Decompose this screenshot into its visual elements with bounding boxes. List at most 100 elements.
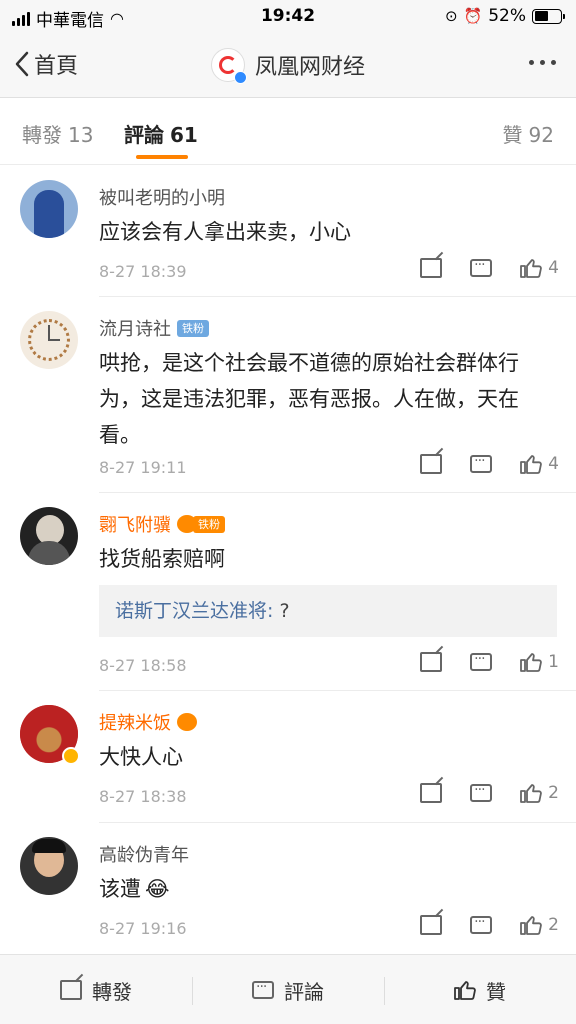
share-icon[interactable] — [420, 915, 443, 935]
nav-title[interactable]: 凤凰网财经 — [0, 48, 576, 84]
verified-badge-icon — [233, 71, 247, 84]
thumbs-up-icon — [520, 454, 542, 474]
like-button[interactable]: 2 — [520, 783, 559, 803]
comment-time: 8-27 18:38 — [99, 787, 187, 806]
tab-like-label: 贊 — [502, 123, 523, 147]
reply-username[interactable]: 诺斯丁汉兰达准将: — [115, 600, 273, 622]
comment-time: 8-27 18:39 — [99, 262, 187, 281]
share-icon — [60, 980, 82, 1000]
comment-actions: 4 — [420, 453, 559, 474]
comment-divider — [99, 822, 576, 823]
avatar[interactable] — [20, 180, 78, 238]
avatar[interactable] — [20, 705, 80, 765]
avatar[interactable] — [20, 507, 78, 565]
like-button[interactable]: 4 — [520, 258, 559, 278]
like-count: 4 — [548, 454, 559, 474]
orientation-lock-icon: ⊙ — [444, 7, 458, 25]
like-count: 4 — [548, 258, 559, 278]
reply-icon[interactable] — [470, 782, 493, 802]
status-bar: 中華電信 ◠ 19:42 ⊙ ⏰ 52% — [0, 0, 576, 34]
share-icon[interactable] — [420, 454, 443, 474]
tab-repost-label: 轉發 — [22, 123, 62, 147]
like-count: 2 — [548, 915, 559, 935]
status-right: ⊙ ⏰ 52% — [444, 6, 565, 26]
thumbs-up-icon — [520, 258, 542, 278]
reply-icon[interactable] — [470, 257, 493, 277]
comment-label: 評論 — [284, 979, 324, 1004]
like-count: 2 — [548, 783, 559, 803]
fan-badge: 铁粉 — [193, 515, 225, 533]
comment-text: 大快人心 — [99, 745, 183, 769]
more-options-icon[interactable] — [529, 60, 556, 65]
comment-username[interactable]: 流月诗社 铁粉 — [99, 315, 209, 341]
fan-heart-badge: 铁粉 — [177, 515, 225, 533]
comment-icon — [252, 979, 274, 999]
fan-heart-badge — [177, 713, 197, 731]
comment-actions: 4 — [420, 257, 559, 278]
comment-actions: 1 — [420, 651, 559, 672]
thumbs-up-icon — [520, 783, 542, 803]
repost-button[interactable]: 轉發 — [0, 955, 192, 1024]
comment-divider — [99, 492, 576, 493]
comment-text: 哄抢，是这个社会最不道德的原始社会群体行为，这是违法犯罪，恶有恶报。人在做，天在… — [99, 351, 519, 447]
share-icon[interactable] — [420, 783, 443, 803]
comment-time: 8-27 19:16 — [99, 919, 187, 938]
share-icon[interactable] — [420, 258, 443, 278]
comment-text: 应该会有人拿出来卖，小心 — [99, 220, 351, 244]
battery-percent: 52% — [488, 6, 526, 26]
tab-comment-label: 評論 — [124, 123, 164, 147]
like-button[interactable]: 2 — [520, 915, 559, 935]
comment-username[interactable]: 提辣米饭 — [99, 709, 197, 735]
comment-divider — [99, 690, 576, 691]
account-logo — [210, 48, 247, 84]
tab-bar: 轉發 13 評論 61 贊 92 — [0, 99, 576, 165]
thumbs-up-icon — [520, 915, 542, 935]
username-text: 流月诗社 — [99, 319, 171, 340]
tab-repost-count: 13 — [68, 123, 94, 147]
laughing-tears-emoji: 😂 — [145, 877, 170, 901]
heart-icon — [177, 713, 197, 731]
like-label: 贊 — [486, 979, 506, 1004]
reply-icon[interactable] — [470, 651, 493, 671]
like-count: 1 — [548, 652, 559, 672]
active-tab-indicator — [136, 155, 188, 159]
comment-text: 该遭 😂 — [99, 871, 559, 907]
tab-like[interactable]: 贊 92 — [503, 119, 554, 148]
reply-icon[interactable] — [470, 914, 493, 934]
comment-button[interactable]: 評論 — [192, 955, 384, 1024]
username-text: 翾飞附骥 — [99, 515, 171, 536]
comment-text-body: 该遭 — [99, 877, 141, 901]
alarm-icon: ⏰ — [463, 7, 483, 25]
tab-repost[interactable]: 轉發 13 — [22, 119, 93, 148]
tab-comment-count: 61 — [170, 123, 198, 147]
username-text: 提辣米饭 — [99, 713, 171, 734]
heart-icon — [177, 515, 197, 533]
username-text: 被叫老明的小明 — [99, 188, 225, 209]
fan-badge: 铁粉 — [177, 319, 209, 337]
tab-like-count: 92 — [528, 123, 554, 147]
comment-username[interactable]: 翾飞附骥 铁粉 — [99, 511, 225, 537]
comment-text: 找货船索赔啊 — [99, 547, 225, 571]
like-button[interactable]: 1 — [520, 652, 559, 672]
like-button[interactable]: 贊 — [384, 955, 576, 1024]
comment-divider — [99, 296, 576, 297]
like-button[interactable]: 4 — [520, 454, 559, 474]
nav-bar: 首頁 凤凰网财经 — [0, 34, 576, 98]
reply-text: ? — [273, 600, 290, 622]
avatar[interactable] — [20, 837, 78, 895]
comment-username[interactable]: 高龄伪青年 — [99, 841, 189, 867]
username-text: 高龄伪青年 — [99, 845, 189, 866]
verified-badge-icon — [62, 747, 80, 765]
share-icon[interactable] — [420, 652, 443, 672]
ifeng-logo-icon — [218, 56, 237, 74]
tab-comment[interactable]: 評論 61 — [124, 119, 198, 148]
comment-username[interactable]: 被叫老明的小明 — [99, 184, 225, 210]
account-name: 凤凰网财经 — [254, 55, 365, 80]
comment-time: 8-27 18:58 — [99, 656, 187, 675]
comment-actions: 2 — [420, 782, 559, 803]
avatar[interactable] — [20, 311, 78, 369]
repost-label: 轉發 — [92, 979, 132, 1004]
reply-preview[interactable]: 诺斯丁汉兰达准将: ? — [99, 585, 557, 637]
reply-icon[interactable] — [470, 453, 493, 473]
bottom-action-bar: 轉發 評論 贊 — [0, 954, 576, 1024]
